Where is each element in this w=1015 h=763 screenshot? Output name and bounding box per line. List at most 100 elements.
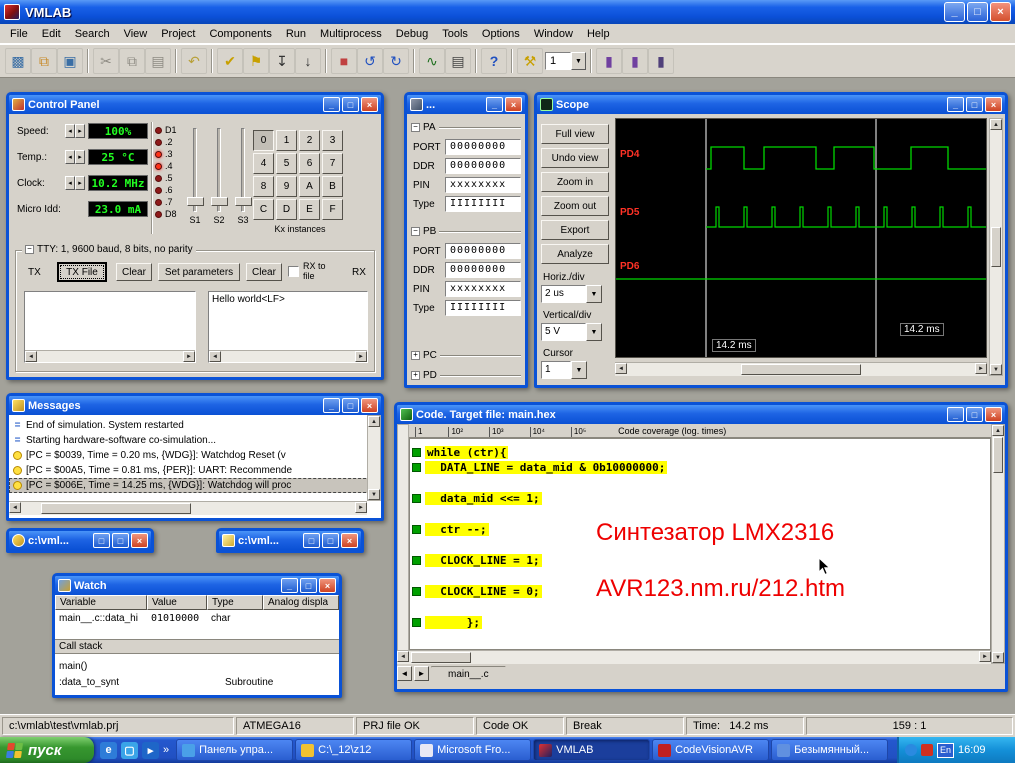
close-button[interactable]: × [985, 97, 1002, 112]
analyze-button[interactable]: Analyze [541, 244, 609, 264]
menu-item-components[interactable]: Components [202, 26, 278, 42]
horizontal-scrollbar[interactable]: ◄ ► [9, 501, 367, 515]
start-button[interactable]: пуск [0, 737, 94, 763]
spin-left-icon[interactable]: ◂ [65, 150, 75, 164]
close-button[interactable]: × [990, 2, 1011, 22]
close-button[interactable]: × [131, 533, 148, 548]
maximize-button[interactable]: □ [322, 533, 339, 548]
tray-update-icon[interactable] [905, 744, 917, 756]
scroll-right-icon[interactable]: ► [355, 351, 367, 362]
keypad-key-3[interactable]: 3 [322, 130, 343, 151]
messages-titlebar[interactable]: Messages _ □ × [9, 396, 381, 415]
spin-right-icon[interactable]: ▸ [75, 176, 85, 190]
clear-tx-button[interactable]: Clear [116, 263, 152, 281]
scroll-right-icon[interactable]: ► [979, 651, 991, 662]
step-button[interactable]: ↓ [295, 48, 321, 74]
tx-textarea[interactable]: ◄ ► [24, 291, 196, 363]
minimized-titlebar[interactable]: c:\vml... □ □ × [219, 531, 361, 550]
pb-pin-value[interactable]: xxxxxxxx [445, 281, 521, 297]
chevron-down-icon[interactable]: ▼ [571, 52, 586, 70]
tab-main-c[interactable]: main__.c [431, 666, 506, 685]
stop-button[interactable]: ■ [331, 48, 357, 74]
rx-textarea[interactable]: Hello world<LF> ◄ ► [208, 291, 368, 363]
tray-antivirus-icon[interactable] [921, 744, 933, 756]
scroll-down-icon[interactable]: ▼ [368, 489, 380, 500]
close-button[interactable]: × [361, 97, 378, 112]
keypad-key-0[interactable]: 0 [253, 130, 274, 151]
maximize-button[interactable]: □ [966, 97, 983, 112]
set-parameters-button[interactable]: Set parameters [158, 263, 240, 281]
scroll-right-icon[interactable]: ► [183, 351, 195, 362]
minimize-button[interactable]: _ [947, 407, 964, 422]
vertical-scrollbar[interactable]: ▲ ▼ [991, 424, 1005, 664]
rx-to-file-checkbox[interactable] [288, 266, 299, 277]
restore-button[interactable]: □ [967, 2, 988, 22]
close-button[interactable]: × [361, 398, 378, 413]
scroll-left-icon[interactable]: ◄ [25, 351, 37, 362]
keypad-key-b[interactable]: B [322, 176, 343, 197]
help-button[interactable]: ? [481, 48, 507, 74]
taskbar-task-vmlab[interactable]: VMLAB [533, 739, 650, 761]
message-row[interactable]: [PC = $00A5, Time = 0.81 ms, {PER}]: UAR… [9, 463, 381, 478]
scrollbar-thumb[interactable] [993, 437, 1003, 473]
tab-scroll-left-icon[interactable]: ◄ [397, 666, 412, 681]
slider-handle[interactable] [235, 197, 252, 206]
message-row-selected[interactable]: [PC = $006E, Time = 14.25 ms, {WDG}]: Wa… [9, 478, 381, 493]
message-row[interactable]: =Starting hardware-software co-simulatio… [9, 433, 381, 448]
breakpoint-mark[interactable] [412, 494, 421, 503]
keypad-key-7[interactable]: 7 [322, 153, 343, 174]
minimize-button[interactable]: _ [486, 97, 503, 112]
breakpoint-mark[interactable] [412, 463, 421, 472]
scrollbar-thumb[interactable] [741, 364, 861, 375]
close-button[interactable]: × [505, 97, 522, 112]
keypad-key-2[interactable]: 2 [299, 130, 320, 151]
stack-frame[interactable]: main() [59, 661, 87, 672]
vertical-scrollbar[interactable]: ▲ ▼ [367, 415, 381, 501]
keypad-key-8[interactable]: 8 [253, 176, 274, 197]
flag-button[interactable]: ⚑ [243, 48, 269, 74]
pa-type-value[interactable]: IIIIIIII [445, 196, 521, 212]
horizontal-scrollbar[interactable]: ◄ ► [209, 350, 367, 362]
maximize-button[interactable]: □ [342, 97, 359, 112]
keypad-key-6[interactable]: 6 [299, 153, 320, 174]
expand-icon[interactable]: + [411, 371, 420, 380]
taskbar-task-2[interactable]: C:\_12\z12 [295, 739, 412, 761]
copy-button[interactable]: ⧉ [119, 48, 145, 74]
hammer-button[interactable]: ⚒ [517, 48, 543, 74]
close-button[interactable]: × [341, 533, 358, 548]
keypad-key-4[interactable]: 4 [253, 153, 274, 174]
full-view-button[interactable]: Full view [541, 124, 609, 144]
scroll-down-icon[interactable]: ▼ [990, 364, 1002, 375]
menu-item-options[interactable]: Options [475, 26, 527, 42]
spin-right-icon[interactable]: ▸ [75, 124, 85, 138]
slider-handle[interactable] [187, 197, 204, 206]
keypad-key-c[interactable]: C [253, 199, 274, 220]
micro-count-select[interactable]: 1 ▼ [545, 52, 586, 70]
horiz-div-select[interactable]: 2 us ▼ [541, 285, 602, 303]
collapse-icon[interactable]: − [411, 123, 420, 132]
breakpoint-mark[interactable] [412, 587, 421, 596]
minimize-button[interactable]: _ [323, 398, 340, 413]
horizontal-scrollbar[interactable]: ◄ ► [25, 350, 195, 362]
vertical-scrollbar[interactable]: ▲ ▼ [989, 118, 1003, 376]
scope-display[interactable]: PD4 PD5 PD6 14.2 ms 14.2 ms [615, 118, 987, 358]
cursor-spinner[interactable]: 1 ▼ [541, 361, 587, 379]
zoom-in-button[interactable]: Zoom in [541, 172, 609, 192]
save-button[interactable]: ▣ [57, 48, 83, 74]
scroll-right-icon[interactable]: ► [975, 363, 987, 374]
scroll-up-icon[interactable]: ▲ [990, 119, 1002, 130]
paste-button[interactable]: ▤ [145, 48, 171, 74]
spinner-arrows-icon[interactable]: ▼ [571, 361, 587, 379]
code-editor[interactable]: while (ctr){ DATA_LINE = data_mid & 0b10… [409, 438, 991, 650]
column-header-variable[interactable]: Variable [55, 595, 147, 610]
menu-item-view[interactable]: View [117, 26, 155, 42]
maximize-button[interactable]: □ [342, 398, 359, 413]
taskbar-task-5[interactable]: CodeVisionAVR [652, 739, 769, 761]
pb-port-value[interactable]: 00000000 [445, 243, 521, 259]
chevron-down-icon[interactable]: ▼ [586, 323, 602, 341]
menu-item-window[interactable]: Window [527, 26, 580, 42]
scroll-left-icon[interactable]: ◄ [209, 351, 221, 362]
column-header-type[interactable]: Type [207, 595, 263, 610]
vert-div-select[interactable]: 5 V ▼ [541, 323, 602, 341]
export-button[interactable]: Export [541, 220, 609, 240]
